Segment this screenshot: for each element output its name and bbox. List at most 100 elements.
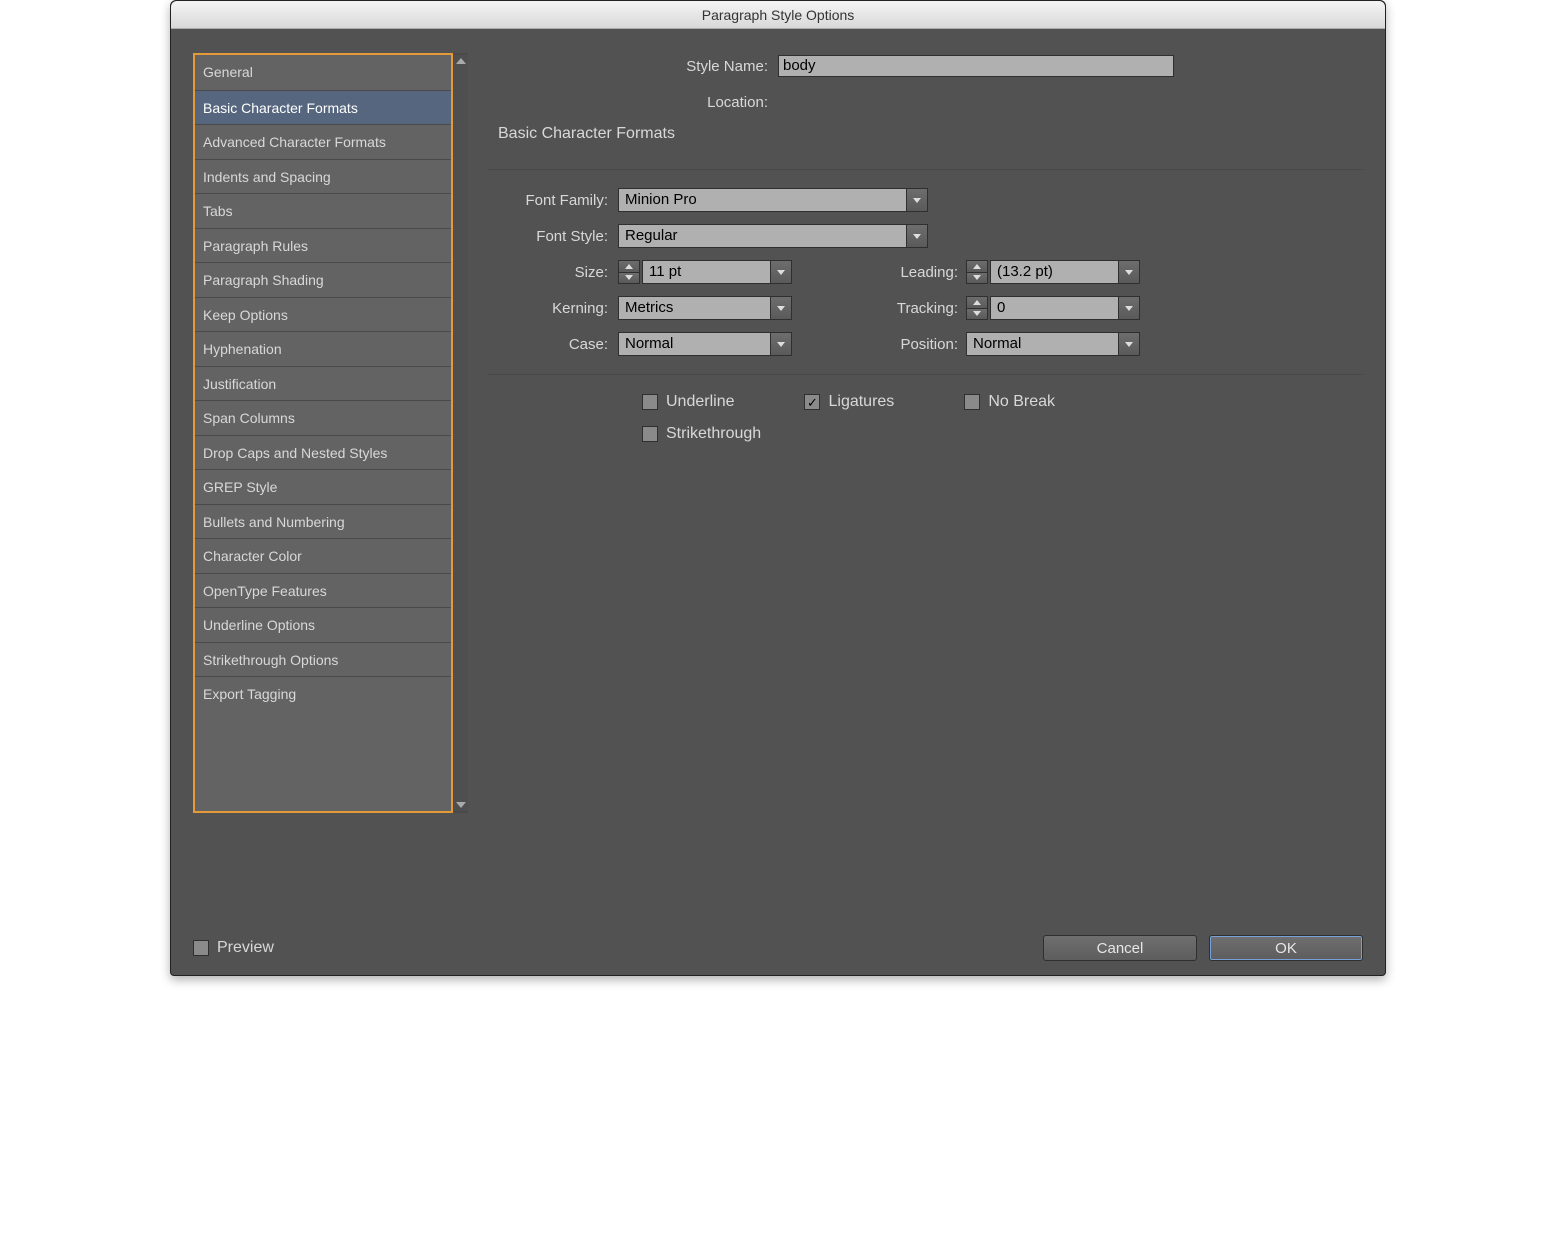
kerning-label: Kerning: [488, 300, 618, 317]
no-break-label: No Break [988, 393, 1055, 411]
sidebar-item[interactable]: Keep Options [195, 297, 451, 332]
leading-label: Leading: [856, 264, 966, 281]
chevron-down-icon [777, 306, 785, 311]
sidebar-item[interactable]: Character Color [195, 538, 451, 573]
no-break-checkbox[interactable] [964, 394, 980, 410]
font-style-dropdown-button[interactable] [906, 224, 928, 248]
sidebar-wrap: GeneralBasic Character FormatsAdvanced C… [193, 53, 468, 923]
sidebar-item[interactable]: Drop Caps and Nested Styles [195, 435, 451, 470]
chevron-down-icon [973, 311, 981, 316]
basic-character-formats-group: Font Family: Minion Pro Font Style: Regu… [488, 169, 1363, 375]
chevron-up-icon [973, 300, 981, 305]
underline-label: Underline [666, 393, 734, 411]
leading-dropdown-button[interactable] [1118, 260, 1140, 284]
content-pane: Style Name: body Location: Basic Charact… [488, 53, 1363, 923]
size-label: Size: [488, 264, 618, 281]
kerning-combo[interactable]: Metrics [618, 296, 792, 320]
underline-checkbox-wrap[interactable]: Underline [642, 393, 734, 411]
checkbox-row-2: Strikethrough [488, 425, 1363, 443]
sidebar-item[interactable]: GREP Style [195, 469, 451, 504]
sidebar-item[interactable]: Underline Options [195, 607, 451, 642]
scroll-up-icon[interactable] [456, 58, 466, 64]
chevron-down-icon [1125, 270, 1133, 275]
leading-step-down[interactable] [966, 273, 988, 285]
font-style-combo[interactable]: Regular [618, 224, 928, 248]
sidebar-item[interactable]: Hyphenation [195, 331, 451, 366]
sidebar-item[interactable]: Justification [195, 366, 451, 401]
leading-value[interactable]: (13.2 pt) [990, 260, 1118, 284]
tracking-label: Tracking: [856, 300, 966, 317]
font-family-combo[interactable]: Minion Pro [618, 188, 928, 212]
ligatures-label: Ligatures [828, 393, 894, 411]
case-label: Case: [488, 336, 618, 353]
kerning-value[interactable]: Metrics [618, 296, 770, 320]
no-break-checkbox-wrap[interactable]: No Break [964, 393, 1055, 411]
font-style-value[interactable]: Regular [618, 224, 906, 248]
category-sidebar: GeneralBasic Character FormatsAdvanced C… [193, 53, 453, 813]
chevron-down-icon [913, 198, 921, 203]
checkbox-row-1: Underline ✓ Ligatures No Break [488, 393, 1363, 411]
sidebar-item[interactable]: Paragraph Rules [195, 228, 451, 263]
sidebar-scrollbar[interactable] [453, 53, 468, 813]
chevron-down-icon [973, 275, 981, 280]
font-family-value[interactable]: Minion Pro [618, 188, 906, 212]
case-dropdown-button[interactable] [770, 332, 792, 356]
preview-checkbox[interactable] [193, 940, 209, 956]
leading-step-up[interactable] [966, 260, 988, 273]
sidebar-item[interactable]: OpenType Features [195, 573, 451, 608]
chevron-down-icon [1125, 342, 1133, 347]
sidebar-item[interactable]: Basic Character Formats [195, 90, 451, 125]
chevron-down-icon [777, 342, 785, 347]
chevron-up-icon [625, 264, 633, 269]
tracking-stepper[interactable] [966, 296, 988, 320]
sidebar-item[interactable]: Advanced Character Formats [195, 124, 451, 159]
size-combo[interactable]: 11 pt [642, 260, 792, 284]
location-label: Location: [498, 94, 778, 111]
position-combo[interactable]: Normal [966, 332, 1140, 356]
dialog-footer: Preview Cancel OK [193, 923, 1363, 961]
sidebar-item[interactable]: Paragraph Shading [195, 262, 451, 297]
sidebar-item[interactable]: General [195, 55, 451, 90]
position-value[interactable]: Normal [966, 332, 1118, 356]
position-dropdown-button[interactable] [1118, 332, 1140, 356]
ligatures-checkbox-wrap[interactable]: ✓ Ligatures [804, 393, 894, 411]
strikethrough-checkbox[interactable] [642, 426, 658, 442]
chevron-down-icon [625, 275, 633, 280]
sidebar-item[interactable]: Span Columns [195, 400, 451, 435]
sidebar-item[interactable]: Bullets and Numbering [195, 504, 451, 539]
preview-checkbox-wrap[interactable]: Preview [193, 939, 274, 957]
position-label: Position: [856, 336, 966, 353]
dialog-body: GeneralBasic Character FormatsAdvanced C… [171, 29, 1385, 975]
leading-combo[interactable]: (13.2 pt) [990, 260, 1140, 284]
window-title: Paragraph Style Options [171, 1, 1385, 29]
size-step-down[interactable] [618, 273, 640, 285]
tracking-dropdown-button[interactable] [1118, 296, 1140, 320]
cancel-button[interactable]: Cancel [1043, 935, 1197, 961]
leading-stepper[interactable] [966, 260, 988, 284]
sidebar-item[interactable]: Indents and Spacing [195, 159, 451, 194]
ligatures-checkbox[interactable]: ✓ [804, 394, 820, 410]
style-name-label: Style Name: [498, 58, 778, 75]
sidebar-item[interactable]: Export Tagging [195, 676, 451, 711]
style-name-input[interactable]: body [778, 55, 1174, 77]
tracking-value[interactable]: 0 [990, 296, 1118, 320]
scroll-down-icon[interactable] [456, 802, 466, 808]
tracking-combo[interactable]: 0 [990, 296, 1140, 320]
case-value[interactable]: Normal [618, 332, 770, 356]
strikethrough-checkbox-wrap[interactable]: Strikethrough [642, 425, 761, 443]
paragraph-style-options-dialog: Paragraph Style Options GeneralBasic Cha… [170, 0, 1386, 976]
strikethrough-label: Strikethrough [666, 425, 761, 443]
sidebar-item[interactable]: Strikethrough Options [195, 642, 451, 677]
size-dropdown-button[interactable] [770, 260, 792, 284]
size-value[interactable]: 11 pt [642, 260, 770, 284]
size-stepper[interactable] [618, 260, 640, 284]
tracking-step-up[interactable] [966, 296, 988, 309]
kerning-dropdown-button[interactable] [770, 296, 792, 320]
sidebar-item[interactable]: Tabs [195, 193, 451, 228]
font-family-dropdown-button[interactable] [906, 188, 928, 212]
ok-button[interactable]: OK [1209, 935, 1363, 961]
tracking-step-down[interactable] [966, 309, 988, 321]
size-step-up[interactable] [618, 260, 640, 273]
underline-checkbox[interactable] [642, 394, 658, 410]
case-combo[interactable]: Normal [618, 332, 792, 356]
